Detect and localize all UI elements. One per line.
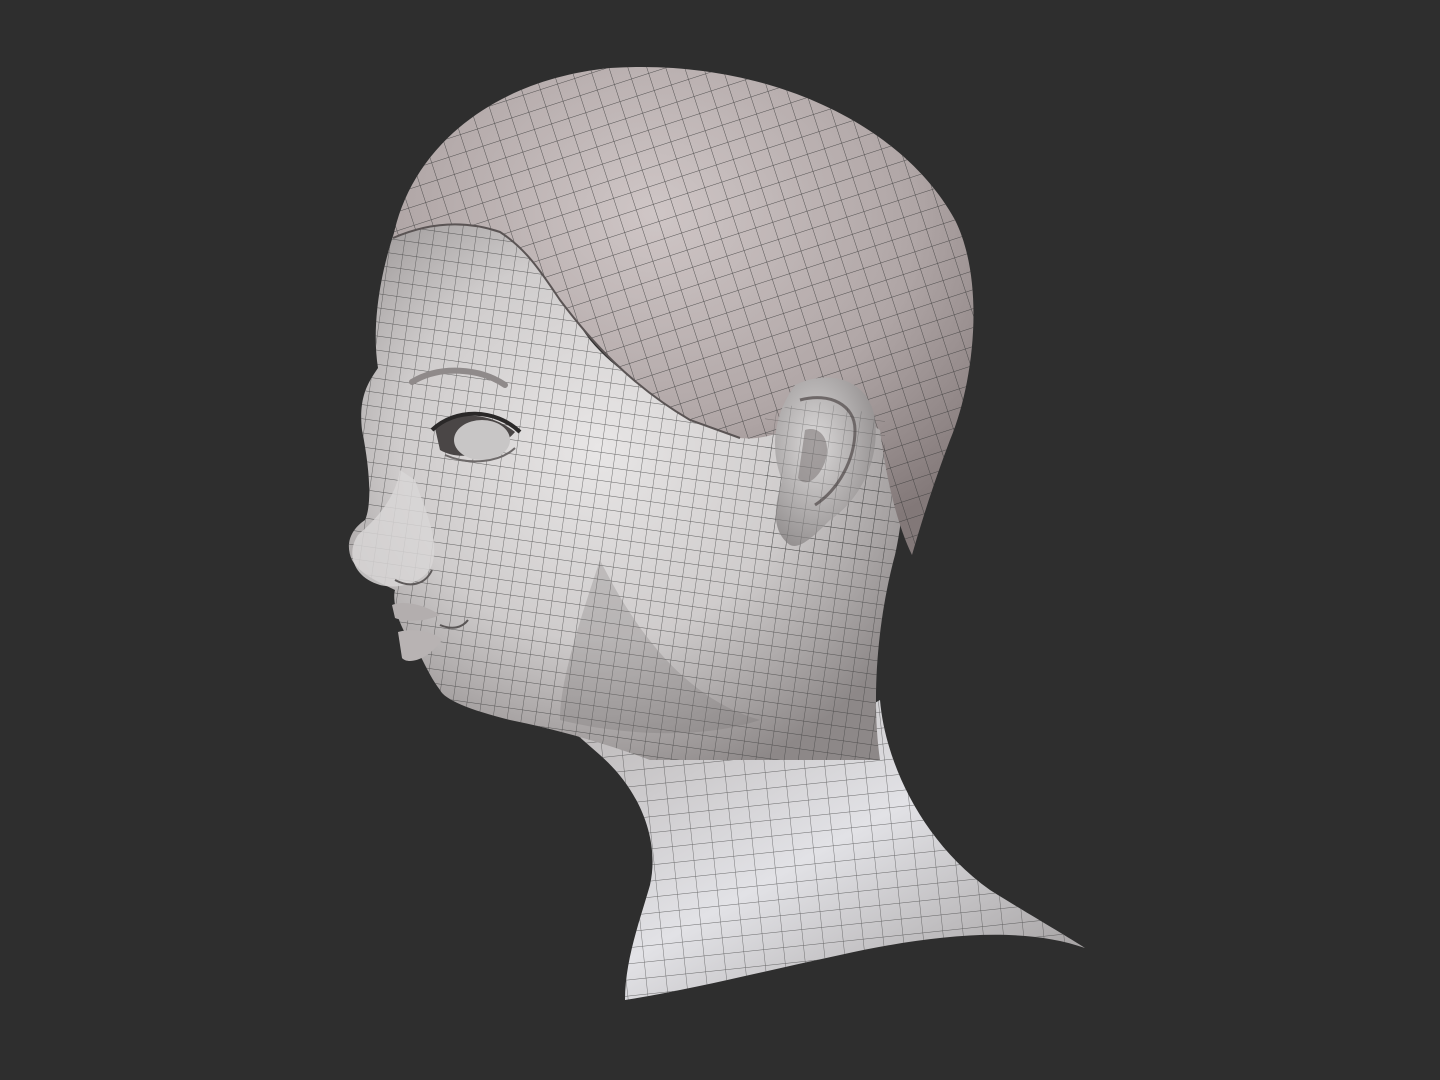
head-model — [348, 66, 1085, 1000]
viewport — [0, 0, 1440, 1080]
